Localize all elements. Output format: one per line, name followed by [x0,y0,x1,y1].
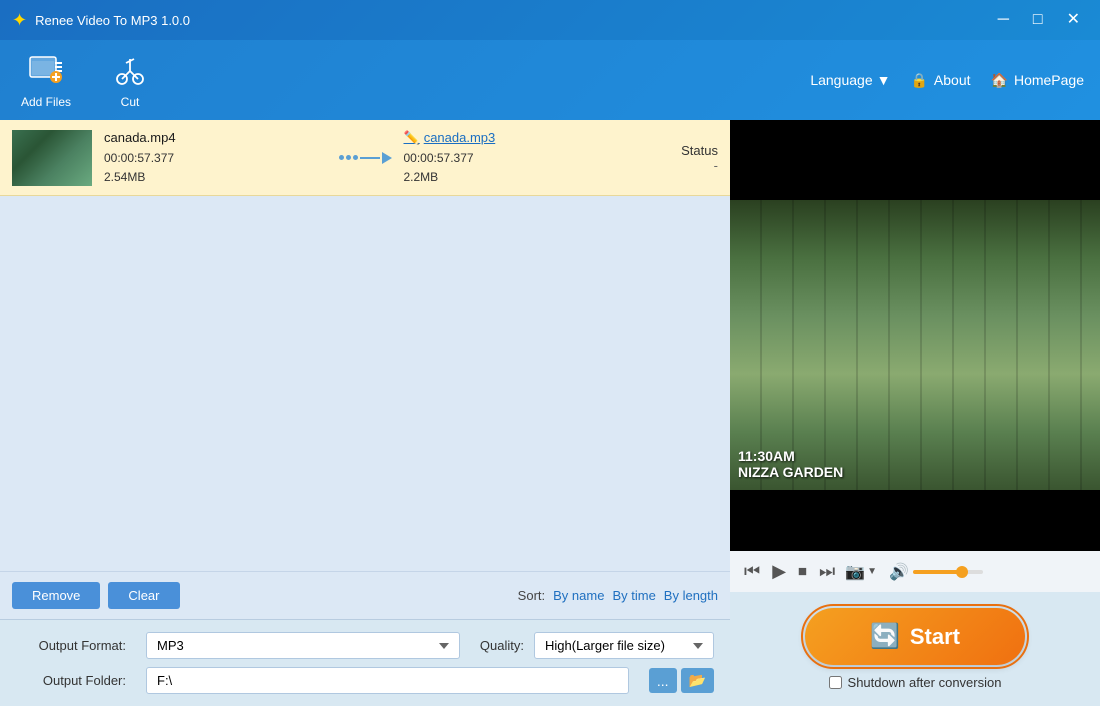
sort-label: Sort: [518,588,545,603]
source-duration: 00:00:57.377 [104,149,327,168]
format-label: Output Format: [16,638,126,653]
volume-thumb [956,566,968,578]
skip-back-button[interactable]: ⏮ [742,559,762,584]
source-file-info: canada.mp4 00:00:57.377 2.54MB [104,128,327,187]
video-location: NIZZA GARDEN [738,464,843,480]
volume-control: 🔊 [889,562,983,582]
bottom-controls: Remove Clear Sort: By name By time By le… [0,571,730,619]
play-button[interactable]: ▶ [770,559,788,584]
video-overlay: 11:30AM NIZZA GARDEN [738,448,843,480]
close-button[interactable]: ✕ [1059,10,1088,30]
video-black-top [730,120,1100,200]
folder-row: Output Folder: ... 📂 [16,667,714,694]
clear-button[interactable]: Clear [108,582,179,609]
start-refresh-icon: 🔄 [870,622,900,651]
thumbnail-image [12,130,92,186]
toolbar: Add Files Cut Language ▼ 🔒 About [0,40,1100,120]
start-label: Start [910,624,960,650]
output-filename[interactable]: ✏️canada.mp3 [404,128,627,149]
output-size: 2.2MB [404,168,627,187]
homepage-button[interactable]: 🏠 HomePage [991,72,1084,89]
main-area: canada.mp4 00:00:57.377 2.54MB ✏️canada.… [0,120,1100,706]
right-panel: 11:30AM NIZZA GARDEN ⏮ ▶ ⏹ ⏭ 📷 ▼ 🔊 [730,120,1100,706]
sort-by-length[interactable]: By length [664,588,718,603]
add-files-label: Add Files [21,95,71,109]
video-controls: ⏮ ▶ ⏹ ⏭ 📷 ▼ 🔊 [730,551,1100,592]
folder-input[interactable] [146,667,629,694]
skip-forward-button[interactable]: ⏭ [817,559,837,584]
status-section: Status - [638,143,718,173]
left-panel: canada.mp4 00:00:57.377 2.54MB ✏️canada.… [0,120,730,706]
folder-buttons: ... 📂 [649,668,714,693]
language-dropdown-icon: ▼ [877,72,891,88]
sort-by-time[interactable]: By time [612,588,655,603]
folder-label: Output Folder: [16,673,126,688]
status-value: - [638,158,718,173]
maximize-button[interactable]: □ [1025,10,1051,30]
source-size: 2.54MB [104,168,327,187]
shutdown-checkbox[interactable] [829,676,842,689]
start-button[interactable]: 🔄 Start [805,608,1025,665]
shutdown-row: Shutdown after conversion [829,675,1002,690]
home-icon: 🏠 [991,72,1008,89]
convert-arrow-icon [339,152,392,164]
remove-button[interactable]: Remove [12,582,100,609]
sort-section: Sort: By name By time By length [518,588,718,603]
output-settings: Output Format: MP3 Quality: High(Larger … [0,619,730,706]
camera-dropdown-icon: ▼ [867,566,877,577]
cut-icon [110,51,150,91]
add-files-icon [26,51,66,91]
shutdown-label: Shutdown after conversion [848,675,1002,690]
about-button[interactable]: 🔒 About [910,72,970,89]
video-time: 11:30AM [738,448,843,464]
status-label: Status [638,143,718,158]
start-area: 🔄 Start Shutdown after conversion [730,592,1100,706]
title-bar-controls: ─ □ ✕ [990,10,1088,30]
table-row: canada.mp4 00:00:57.377 2.54MB ✏️canada.… [0,120,730,196]
quality-row: Quality: High(Larger file size) [480,632,714,659]
snapshot-button[interactable]: 📷 ▼ [845,562,877,582]
homepage-label: HomePage [1014,72,1084,88]
quality-label: Quality: [480,638,524,653]
toolbar-left: Add Files Cut [16,51,160,109]
video-trees-bg [730,200,1100,490]
language-button[interactable]: Language ▼ [810,72,890,88]
open-folder-icon: 📂 [689,672,706,688]
about-label: About [934,72,971,88]
cut-label: Cut [121,95,140,109]
thumbnail [12,130,92,186]
language-label: Language [810,72,872,88]
camera-icon: 📷 [845,562,865,582]
volume-slider[interactable] [913,570,983,574]
app-title: Renee Video To MP3 1.0.0 [35,13,190,28]
format-select[interactable]: MP3 [146,632,460,659]
video-frame: 11:30AM NIZZA GARDEN [730,200,1100,490]
output-duration: 00:00:57.377 [404,149,627,168]
quality-select[interactable]: High(Larger file size) [534,632,714,659]
toolbar-right: Language ▼ 🔒 About 🏠 HomePage [810,72,1084,89]
output-file-info: ✏️canada.mp3 00:00:57.377 2.2MB [404,128,627,187]
cut-button[interactable]: Cut [100,51,160,109]
app-icon: ✦ [12,10,27,31]
title-bar: ✦ Renee Video To MP3 1.0.0 ─ □ ✕ [0,0,1100,40]
file-list: canada.mp4 00:00:57.377 2.54MB ✏️canada.… [0,120,730,571]
lock-icon: 🔒 [910,72,927,89]
browse-button[interactable]: ... [649,668,677,693]
format-row: Output Format: MP3 Quality: High(Larger … [16,632,714,659]
title-bar-left: ✦ Renee Video To MP3 1.0.0 [12,10,190,31]
stop-button[interactable]: ⏹ [796,559,809,584]
video-preview: 11:30AM NIZZA GARDEN [730,120,1100,551]
sort-by-name[interactable]: By name [553,588,604,603]
source-filename: canada.mp4 [104,128,327,149]
volume-icon: 🔊 [889,562,909,582]
add-files-button[interactable]: Add Files [16,51,76,109]
minimize-button[interactable]: ─ [990,10,1017,30]
open-folder-button[interactable]: 📂 [681,668,714,693]
